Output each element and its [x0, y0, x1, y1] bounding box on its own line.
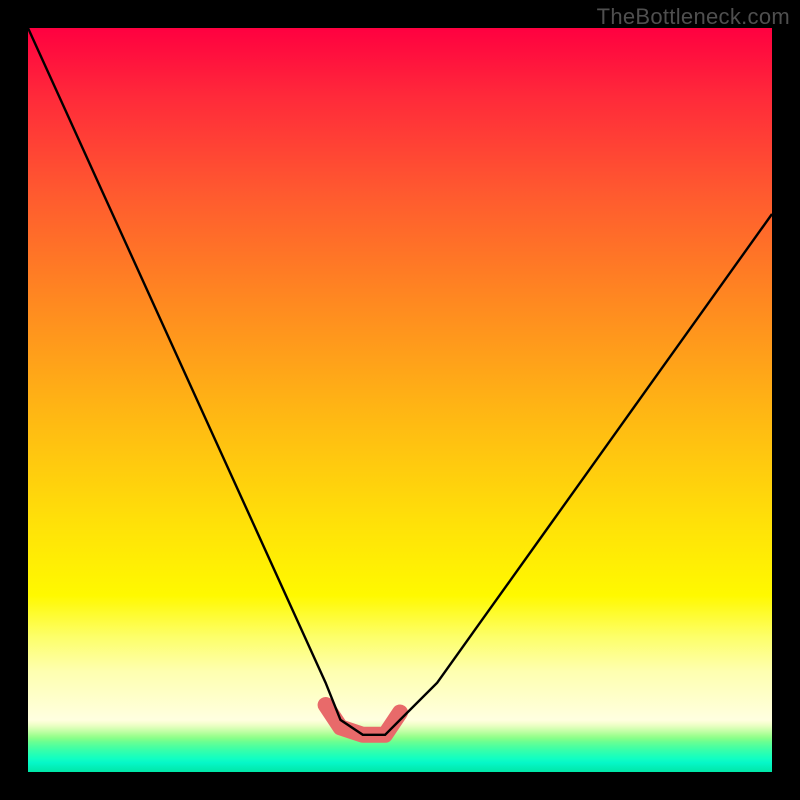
curve-svg — [28, 28, 772, 772]
bottleneck-line — [28, 28, 772, 735]
watermark-text: TheBottleneck.com — [597, 4, 790, 30]
frame: TheBottleneck.com — [0, 0, 800, 800]
plot-area — [28, 28, 772, 772]
